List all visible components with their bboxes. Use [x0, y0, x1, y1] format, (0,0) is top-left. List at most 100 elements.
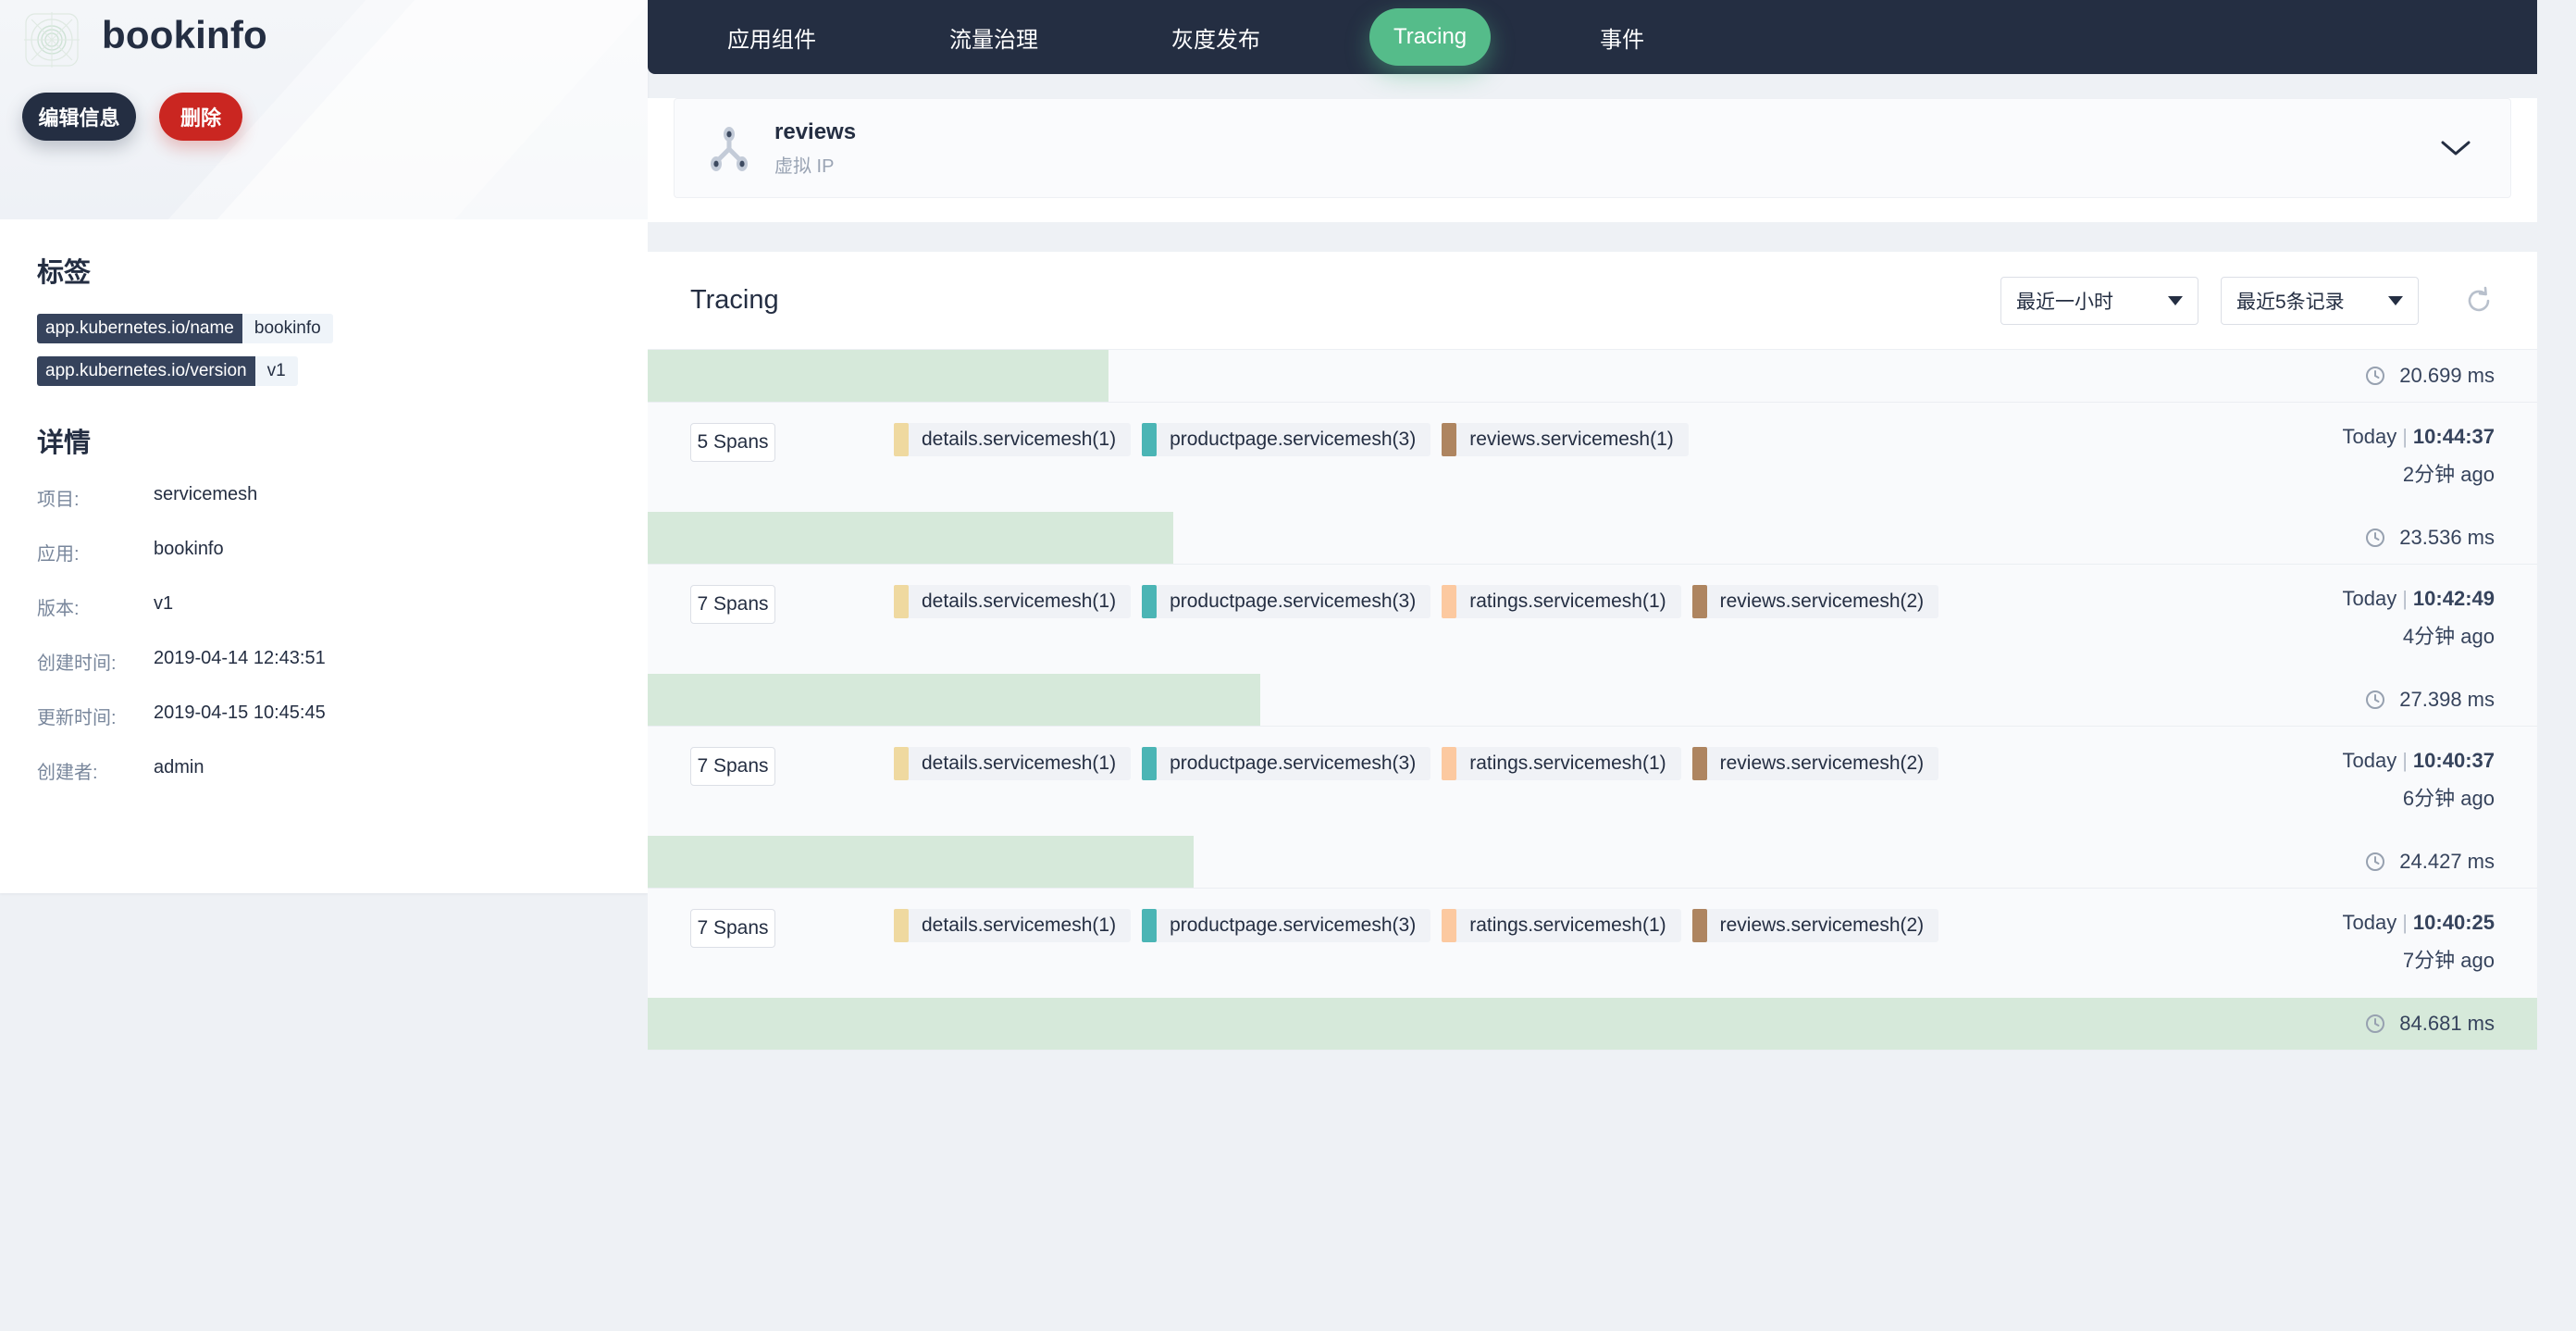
trace-duration-text: 20.699 ms	[2399, 364, 2495, 387]
clock-icon	[2364, 365, 2386, 387]
trace-relative: 7分钟	[2402, 949, 2456, 972]
service-chip-label: reviews.servicemesh(2)	[1719, 753, 1925, 774]
service-chip-label: productpage.servicemesh(3)	[1170, 591, 1417, 612]
service-chip-label: productpage.servicemesh(3)	[1170, 753, 1417, 774]
trace-duration-bar	[648, 836, 1195, 888]
trace-time: 10:40:37	[2412, 749, 2495, 772]
service-chip[interactable]: ratings.servicemesh(1)	[1442, 909, 1681, 942]
service-chip-label: details.servicemesh(1)	[922, 591, 1117, 612]
tab-canary-release[interactable]: 灰度发布	[1147, 8, 1284, 66]
detail-label: 更新时间:	[37, 708, 117, 728]
spans-badge[interactable]: 5 Spans	[690, 423, 775, 462]
chevron-down-icon	[2168, 295, 2183, 305]
clock-icon	[2364, 1013, 2386, 1035]
trace-duration-text: 23.536 ms	[2399, 526, 2495, 549]
trace-duration: 20.699 ms	[2364, 364, 2495, 388]
time-range-select[interactable]: 最近一小时	[2000, 276, 2198, 325]
page-background-right	[2537, 0, 2576, 1331]
detail-value: servicemesh	[154, 484, 258, 504]
trace-detail-row: 7 Spans details.servicemesh(1) productpa…	[648, 727, 2537, 836]
trace-relative: 6分钟	[2402, 787, 2456, 810]
record-count-select[interactable]: 最近5条记录	[2221, 276, 2419, 325]
trace-row[interactable]: 23.536 ms 7 Spans details.servicemesh(1)…	[648, 512, 2537, 674]
service-chip[interactable]: ratings.servicemesh(1)	[1442, 747, 1681, 780]
content-wrapper: reviews 虚拟 IP Tracing 最近一小时 最近5条记录 20.69…	[648, 74, 2537, 1051]
detail-item-created-time: 创建时间: 2019-04-14 12:43:51	[37, 648, 611, 675]
service-chip[interactable]: details.servicemesh(1)	[894, 747, 1132, 780]
spans-badge[interactable]: 7 Spans	[690, 909, 775, 948]
trace-row[interactable]: 27.398 ms 7 Spans details.servicemesh(1)…	[648, 674, 2537, 836]
refresh-icon[interactable]	[2463, 285, 2495, 317]
service-chip-label: details.servicemesh(1)	[922, 753, 1117, 774]
trace-duration-bar-row: 84.681 ms	[648, 998, 2537, 1051]
record-count-value: 最近5条记录	[2236, 291, 2345, 313]
service-chip[interactable]: productpage.servicemesh(3)	[1142, 909, 1431, 942]
service-panel: reviews 虚拟 IP	[648, 98, 2537, 222]
page-title: bookinfo	[102, 13, 267, 56]
service-chip[interactable]: productpage.servicemesh(3)	[1142, 423, 1431, 456]
spans-badge[interactable]: 7 Spans	[690, 747, 775, 786]
trace-row[interactable]: 84.681 ms	[648, 998, 2537, 1051]
label-value: v1	[266, 361, 286, 380]
detail-item-updated-time: 更新时间: 2019-04-15 10:45:45	[37, 703, 611, 729]
tab-events[interactable]: 事件	[1576, 8, 1668, 66]
detail-label: 创建者:	[37, 763, 98, 783]
detail-value: v1	[154, 593, 174, 614]
service-chip[interactable]: reviews.servicemesh(2)	[1691, 909, 1939, 942]
sidebar-body: 标签 app.kubernetes.io/name bookinfo app.k…	[0, 219, 648, 784]
chevron-down-icon[interactable]	[2440, 139, 2471, 157]
detail-value: admin	[154, 757, 204, 777]
chevron-down-icon	[2388, 295, 2403, 305]
tab-tracing[interactable]: Tracing	[1369, 8, 1492, 66]
sidebar-actions: 编辑信息 删除	[22, 93, 242, 141]
label-item: app.kubernetes.io/name bookinfo	[37, 314, 611, 343]
delete-button[interactable]: 删除	[159, 93, 242, 141]
service-chip[interactable]: ratings.servicemesh(1)	[1442, 585, 1681, 618]
service-chip[interactable]: reviews.servicemesh(2)	[1691, 747, 1939, 780]
clock-icon	[2364, 851, 2386, 873]
service-chip[interactable]: productpage.servicemesh(3)	[1142, 747, 1431, 780]
edit-info-button[interactable]: 编辑信息	[22, 93, 136, 141]
trace-relative: 4分钟	[2402, 625, 2456, 648]
service-chip-list: details.servicemesh(1) productpage.servi…	[894, 423, 1689, 456]
detail-value: 2019-04-15 10:45:45	[154, 703, 326, 723]
tracing-panel: Tracing 最近一小时 最近5条记录 20.699 ms 5 Spans d…	[648, 252, 2537, 1051]
clock-icon	[2364, 527, 2386, 549]
tracing-header: Tracing 最近一小时 最近5条记录	[648, 252, 2537, 350]
labels-heading: 标签	[37, 258, 92, 288]
tracing-title: Tracing	[690, 285, 779, 315]
service-chip-label: productpage.servicemesh(3)	[1170, 914, 1417, 936]
trace-relative: 2分钟	[2402, 463, 2456, 486]
main-content: 应用组件 流量治理 灰度发布 Tracing 事件 reviews 虚拟 IP …	[648, 0, 2576, 1331]
time-range-value: 最近一小时	[2016, 291, 2113, 313]
trace-detail-row: 5 Spans details.servicemesh(1) productpa…	[648, 403, 2537, 512]
trace-duration-bar	[648, 512, 1173, 564]
trace-row[interactable]: 24.427 ms 7 Spans details.servicemesh(1)…	[648, 836, 2537, 998]
service-summary-card[interactable]: reviews 虚拟 IP	[674, 98, 2511, 198]
trace-time: 10:40:25	[2412, 911, 2495, 934]
today-label: Today	[2342, 749, 2397, 772]
service-chip[interactable]: productpage.servicemesh(3)	[1142, 585, 1431, 618]
trace-timestamp: Today | 10:40:25 7分钟 ago	[2342, 911, 2495, 972]
service-chip[interactable]: details.servicemesh(1)	[894, 423, 1132, 456]
detail-item-app: 应用: bookinfo	[37, 539, 611, 566]
ago-label: ago	[2460, 463, 2495, 486]
trace-duration-bar-row: 27.398 ms	[648, 674, 2537, 727]
trace-duration-bar	[648, 674, 1260, 726]
service-chip[interactable]: details.servicemesh(1)	[894, 585, 1132, 618]
service-chip[interactable]: reviews.servicemesh(1)	[1442, 423, 1689, 456]
service-chip[interactable]: reviews.servicemesh(2)	[1691, 585, 1939, 618]
tab-bar: 应用组件 流量治理 灰度发布 Tracing 事件	[648, 0, 2537, 74]
trace-duration: 84.681 ms	[2364, 1012, 2495, 1036]
trace-row[interactable]: 20.699 ms 5 Spans details.servicemesh(1)…	[648, 350, 2537, 512]
service-chip[interactable]: details.servicemesh(1)	[894, 909, 1132, 942]
today-label: Today	[2342, 425, 2397, 448]
spans-badge[interactable]: 7 Spans	[690, 585, 775, 624]
trace-duration: 27.398 ms	[2364, 688, 2495, 712]
sidebar-hero: bookinfo 编辑信息 删除	[0, 0, 648, 219]
service-chip-list: details.servicemesh(1) productpage.servi…	[894, 585, 1939, 618]
tab-app-components[interactable]: 应用组件	[703, 8, 840, 66]
tab-traffic-management[interactable]: 流量治理	[925, 8, 1062, 66]
trace-duration-bar	[648, 998, 2537, 1050]
trace-timestamp: Today | 10:40:37 6分钟 ago	[2342, 749, 2495, 810]
